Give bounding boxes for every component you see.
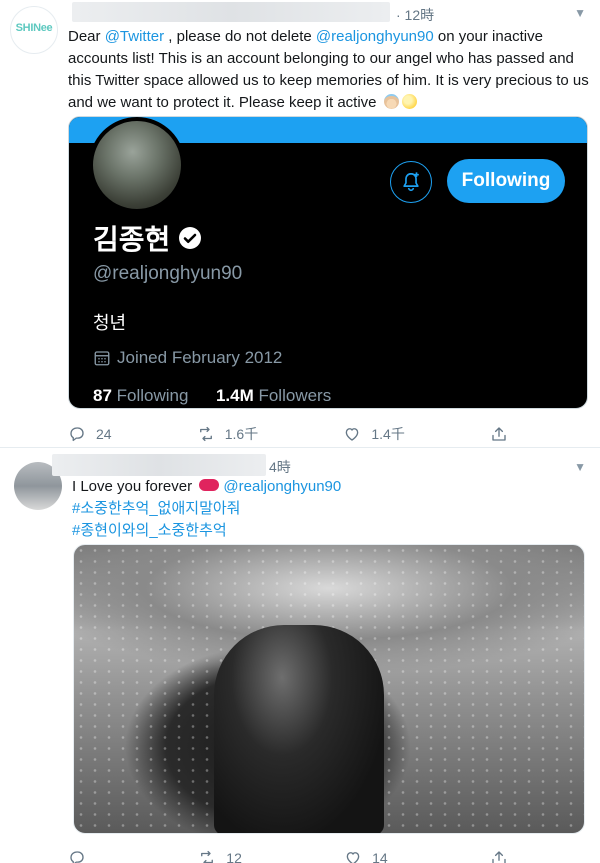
profile-bio: 청년	[93, 313, 127, 334]
retweet-count: 12	[226, 850, 242, 863]
hashtag-link[interactable]: #소중한추억_없애지말아줘	[72, 498, 582, 520]
like-button[interactable]: 1.4千	[343, 424, 405, 444]
text-segment: Dear	[68, 28, 105, 45]
like-count: 1.4千	[371, 426, 405, 442]
calendar-icon	[94, 351, 110, 366]
share-button[interactable]	[490, 849, 508, 863]
performer-figure	[214, 625, 384, 833]
angel-emoji-icon	[383, 94, 399, 109]
tweet-actions: 12 14	[68, 849, 508, 863]
tweet-text: I Love you forever @realjonghyun90 #소중한추…	[72, 476, 582, 542]
followers-count[interactable]: 1.4M	[216, 386, 254, 405]
text-segment: I Love you forever	[72, 478, 197, 495]
author-avatar[interactable]: SHINee	[10, 6, 58, 54]
profile-name-text: 김종현	[93, 223, 171, 256]
bell-plus-icon	[403, 172, 419, 192]
retweet-button[interactable]: 1.6千	[197, 424, 258, 444]
reply-count: 24	[96, 426, 112, 442]
profile-joined: Joined February 2012	[93, 348, 282, 368]
following-count[interactable]: 87	[93, 386, 112, 405]
moon-emoji-icon	[401, 94, 417, 109]
profile-card[interactable]: Following 김종현 @realjonghyun90 청년 Joined …	[68, 116, 588, 409]
following-button[interactable]: Following	[447, 159, 565, 203]
mention-link[interactable]: @realjonghyun90	[316, 28, 434, 45]
share-button[interactable]	[490, 424, 508, 444]
tweet-line: I Love you forever @realjonghyun90	[72, 476, 582, 498]
profile-name: 김종현	[93, 218, 202, 258]
like-count: 14	[372, 850, 388, 863]
like-button[interactable]: 14	[344, 849, 388, 863]
retweet-icon	[201, 850, 214, 863]
blurred-author-name	[52, 454, 266, 476]
profile-handle: @realjonghyun90	[93, 263, 243, 284]
hashtag-link[interactable]: #종현이와의_소중한추억	[72, 520, 582, 542]
chevron-down-icon[interactable]: ▼	[574, 460, 586, 474]
reply-icon	[70, 427, 84, 442]
shinee-logo: SHINee	[15, 22, 53, 34]
chevron-down-icon[interactable]: ▼	[574, 6, 586, 20]
mention-link[interactable]: @Twitter	[105, 28, 164, 45]
share-icon	[492, 427, 506, 441]
two-hearts-emoji-icon	[199, 479, 220, 491]
heart-icon	[346, 428, 359, 441]
joined-text: Joined February 2012	[117, 348, 283, 367]
tweet-actions: 24 1.6千 1.4千	[68, 424, 508, 444]
reply-icon	[70, 851, 84, 863]
followers-label[interactable]: Followers	[258, 386, 331, 405]
reply-button[interactable]: 24	[68, 424, 112, 444]
retweet-button[interactable]: 12	[198, 849, 242, 863]
retweet-count: 1.6千	[224, 426, 259, 442]
notification-bell-button[interactable]	[390, 161, 432, 203]
retweet-icon	[199, 426, 212, 442]
reply-button[interactable]	[68, 849, 96, 863]
tweet-photo[interactable]	[73, 544, 585, 834]
blurred-author-name	[72, 2, 390, 22]
share-icon	[492, 851, 506, 863]
mention-link[interactable]: @realjonghyun90	[223, 478, 341, 495]
heart-icon	[346, 852, 360, 863]
tweet-text: Dear @Twitter , please do not delete @re…	[68, 26, 590, 114]
profile-avatar[interactable]	[89, 117, 185, 213]
tweet-time[interactable]: 4時	[269, 457, 291, 477]
tweet-1[interactable]: SHINee · 12時 ▼ Dear @Twitter , please do…	[0, 0, 600, 447]
following-label[interactable]: Following	[117, 386, 189, 405]
text-segment: , please do not delete	[164, 28, 316, 45]
tweet-time[interactable]: · 12時	[396, 5, 434, 25]
verified-badge-icon	[179, 227, 202, 249]
tweet-2[interactable]: 4時 ▼ I Love you forever @realjonghyun90 …	[0, 447, 600, 863]
profile-stats: 87 Following 1.4M Followers	[93, 386, 331, 406]
